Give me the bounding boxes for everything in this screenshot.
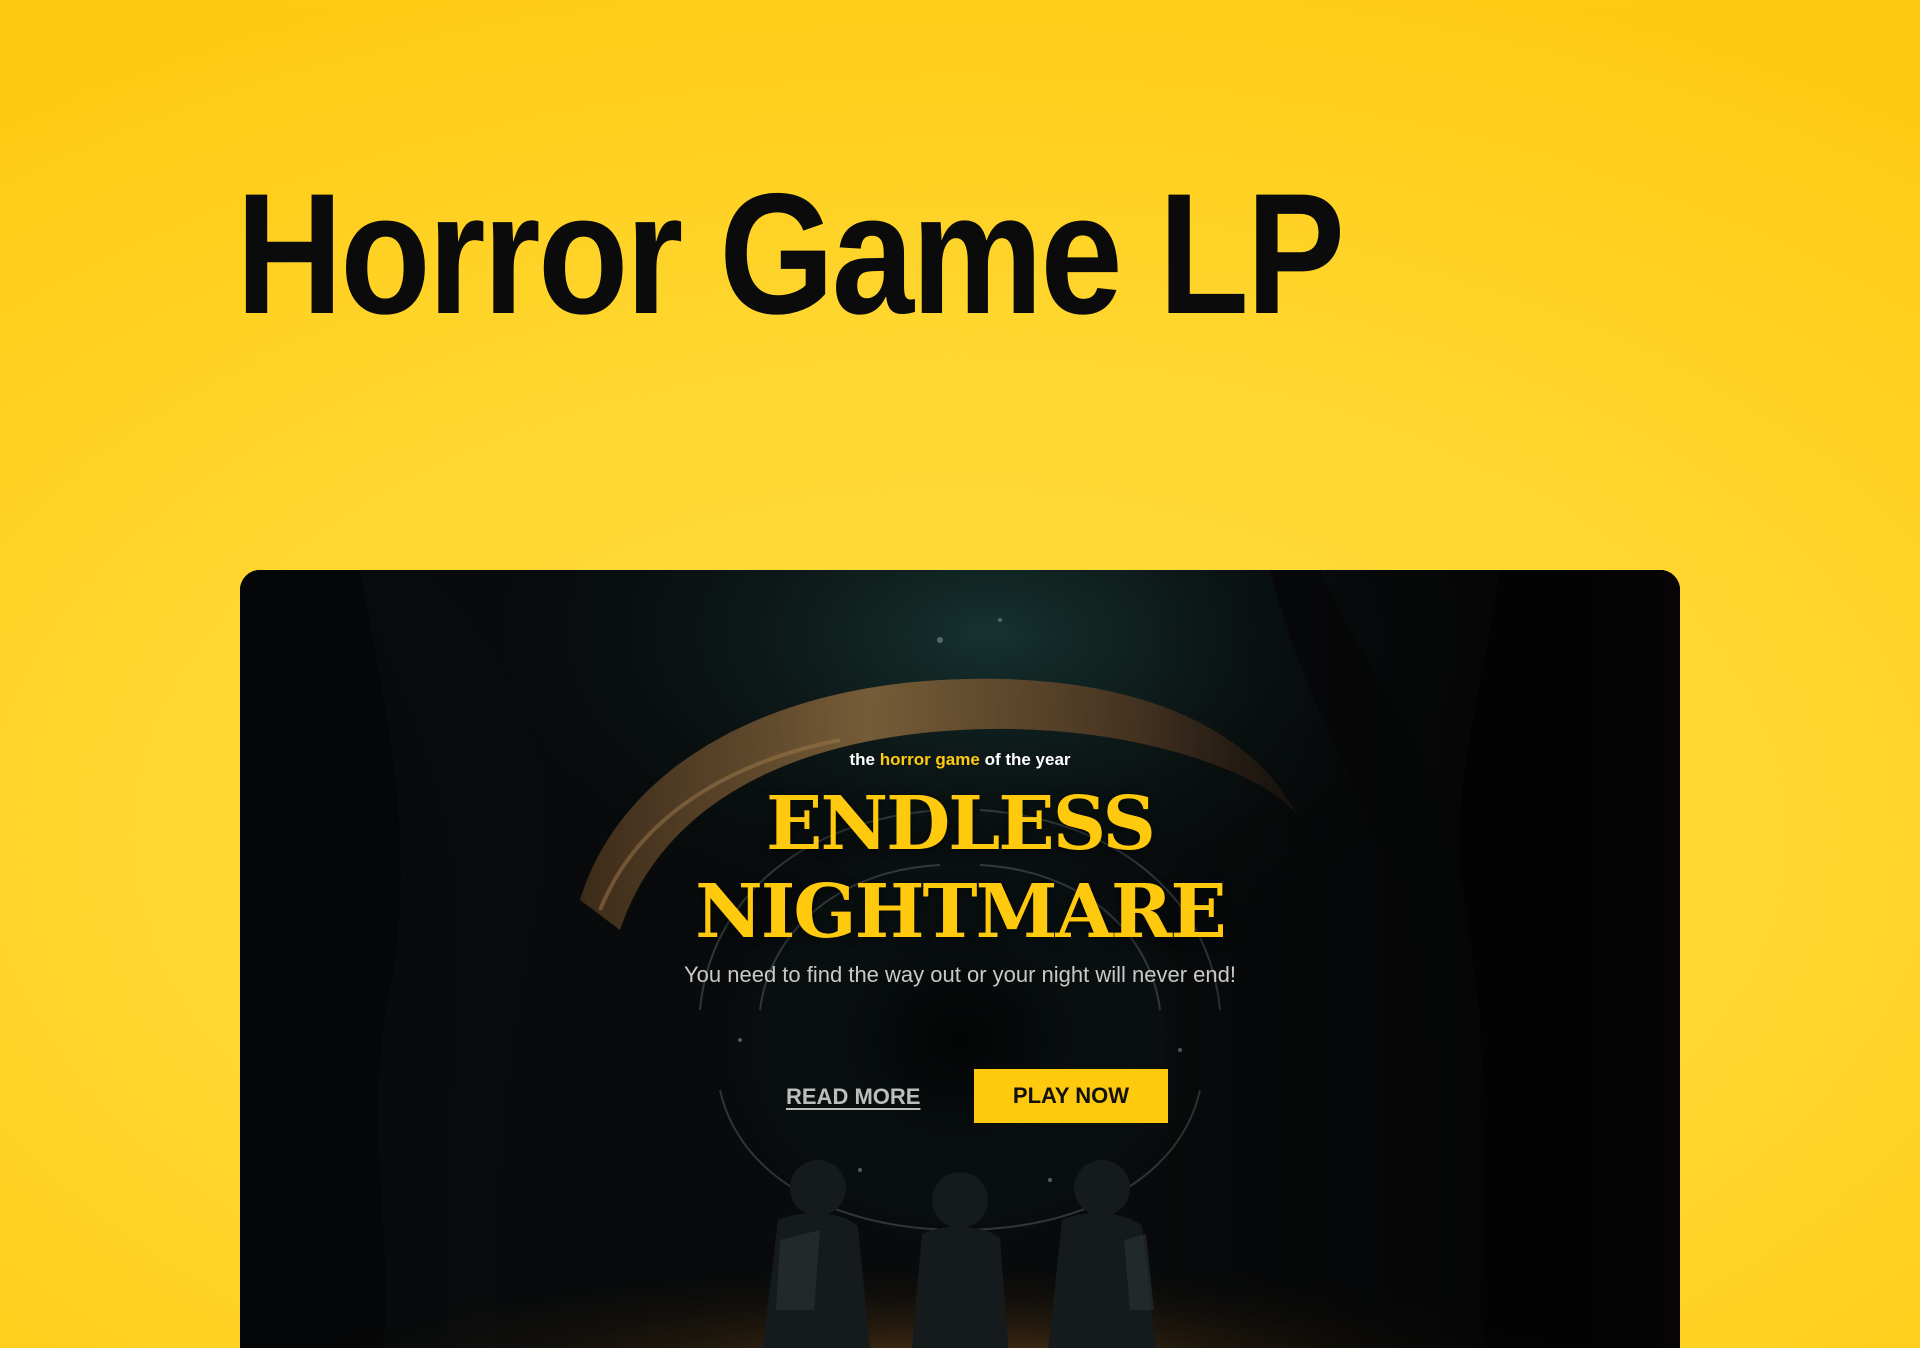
page-title: Horror Game LP xyxy=(236,158,1345,350)
hero-tagline: the horror game of the year xyxy=(240,750,1680,770)
tagline-prefix: the xyxy=(849,750,875,769)
game-title: ENDLESS NIGHTMARE xyxy=(240,780,1680,956)
read-more-link[interactable]: READ MORE xyxy=(786,1084,920,1110)
game-title-line-2: NIGHTMARE xyxy=(695,869,1227,955)
landing-page-preview-card: the horror game of the year ENDLESS NIGH… xyxy=(240,570,1680,1348)
tagline-highlight: horror game xyxy=(879,750,980,769)
play-now-button[interactable]: PLAY NOW xyxy=(974,1069,1168,1123)
hero-subtitle: You need to find the way out or your nig… xyxy=(684,962,1236,987)
tagline-suffix: of the year xyxy=(984,750,1071,769)
game-title-line-1: ENDLESS xyxy=(766,781,1156,867)
forest-portal-artwork xyxy=(240,570,1680,1348)
